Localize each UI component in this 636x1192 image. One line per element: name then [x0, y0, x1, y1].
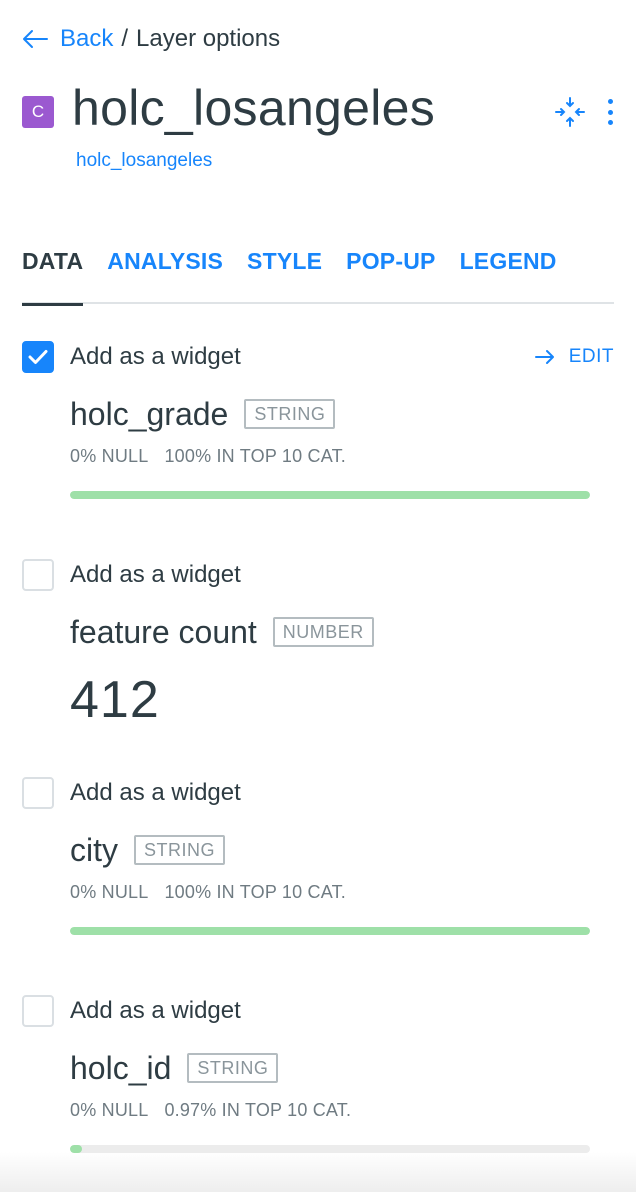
category-progress-bar	[70, 491, 590, 499]
add-widget-label: Add as a widget	[70, 779, 241, 806]
tab-style[interactable]: STYLE	[247, 244, 322, 304]
null-stat: 0% NULL	[70, 882, 149, 902]
edit-label: EDIT	[568, 346, 614, 367]
breadcrumb-separator: /	[121, 25, 129, 52]
widget-card-holc-id: Add as a widget holc_id STRING 0% NULL 0…	[22, 994, 614, 1153]
tab-data[interactable]: DATA	[22, 244, 84, 306]
breadcrumb: Back / Layer options	[22, 24, 280, 54]
add-widget-label: Add as a widget	[70, 561, 241, 588]
field-stats: 0% NULL 0.97% IN TOP 10 CAT.	[70, 1100, 614, 1121]
layer-title[interactable]: holc_losangeles	[72, 79, 435, 137]
field-stats: 0% NULL 100% IN TOP 10 CAT.	[70, 446, 614, 467]
add-widget-label: Add as a widget	[70, 343, 241, 370]
breadcrumb-current: Layer options	[136, 25, 281, 52]
field-name: holc_grade	[70, 395, 229, 432]
arrow-left-icon	[23, 30, 48, 48]
add-widget-label: Add as a widget	[70, 997, 241, 1024]
field-type-badge: STRING	[244, 399, 336, 429]
layer-badge: C	[22, 96, 54, 128]
feature-count-value: 412	[70, 671, 160, 729]
field-name: city	[70, 831, 118, 868]
checkmark-icon	[28, 350, 48, 364]
add-widget-checkbox[interactable]	[22, 341, 54, 373]
back-button[interactable]: Back	[22, 25, 113, 53]
widget-card-feature-count: Add as a widget feature count NUMBER 412	[22, 558, 614, 730]
tab-analysis[interactable]: ANALYSIS	[107, 244, 223, 304]
top-categories-stat: 100% IN TOP 10 CAT.	[164, 446, 346, 466]
field-type-badge: STRING	[134, 835, 226, 865]
collapse-icon[interactable]	[554, 96, 586, 128]
field-type-badge: NUMBER	[272, 617, 374, 647]
null-stat: 0% NULL	[70, 1100, 149, 1120]
kebab-dot	[607, 109, 613, 115]
tabs: DATA ANALYSIS STYLE POP-UP LEGEND	[22, 244, 614, 306]
tab-popup[interactable]: POP-UP	[346, 244, 435, 304]
field-name: feature count	[70, 613, 257, 650]
category-progress-bar	[70, 927, 590, 935]
add-widget-checkbox[interactable]	[22, 559, 54, 591]
header-actions	[554, 96, 614, 128]
null-stat: 0% NULL	[70, 446, 149, 466]
kebab-dot	[607, 120, 613, 125]
kebab-dot	[607, 99, 613, 104]
arrow-right-icon	[534, 350, 554, 364]
add-widget-checkbox[interactable]	[22, 777, 54, 809]
back-label: Back	[60, 25, 114, 52]
layer-header: C holc_losangeles	[22, 78, 614, 138]
progress-fill	[70, 491, 590, 499]
scroll-fade	[0, 1152, 636, 1192]
top-categories-stat: 100% IN TOP 10 CAT.	[164, 882, 346, 902]
edit-widget-button[interactable]: EDIT	[534, 346, 614, 368]
widget-card-city: Add as a widget city STRING 0% NULL 100%…	[22, 776, 614, 935]
widget-card-holc-grade: Add as a widget EDIT holc_grade STRING 0…	[22, 340, 614, 499]
more-options-icon[interactable]	[606, 97, 614, 127]
field-name: holc_id	[70, 1049, 172, 1086]
top-categories-stat: 0.97% IN TOP 10 CAT.	[164, 1100, 352, 1120]
add-widget-checkbox[interactable]	[22, 995, 54, 1027]
source-dataset-link[interactable]: holc_losangeles	[76, 150, 212, 172]
tab-legend[interactable]: LEGEND	[460, 244, 557, 304]
progress-fill	[70, 927, 590, 935]
field-stats: 0% NULL 100% IN TOP 10 CAT.	[70, 882, 614, 903]
field-type-badge: STRING	[187, 1053, 279, 1083]
